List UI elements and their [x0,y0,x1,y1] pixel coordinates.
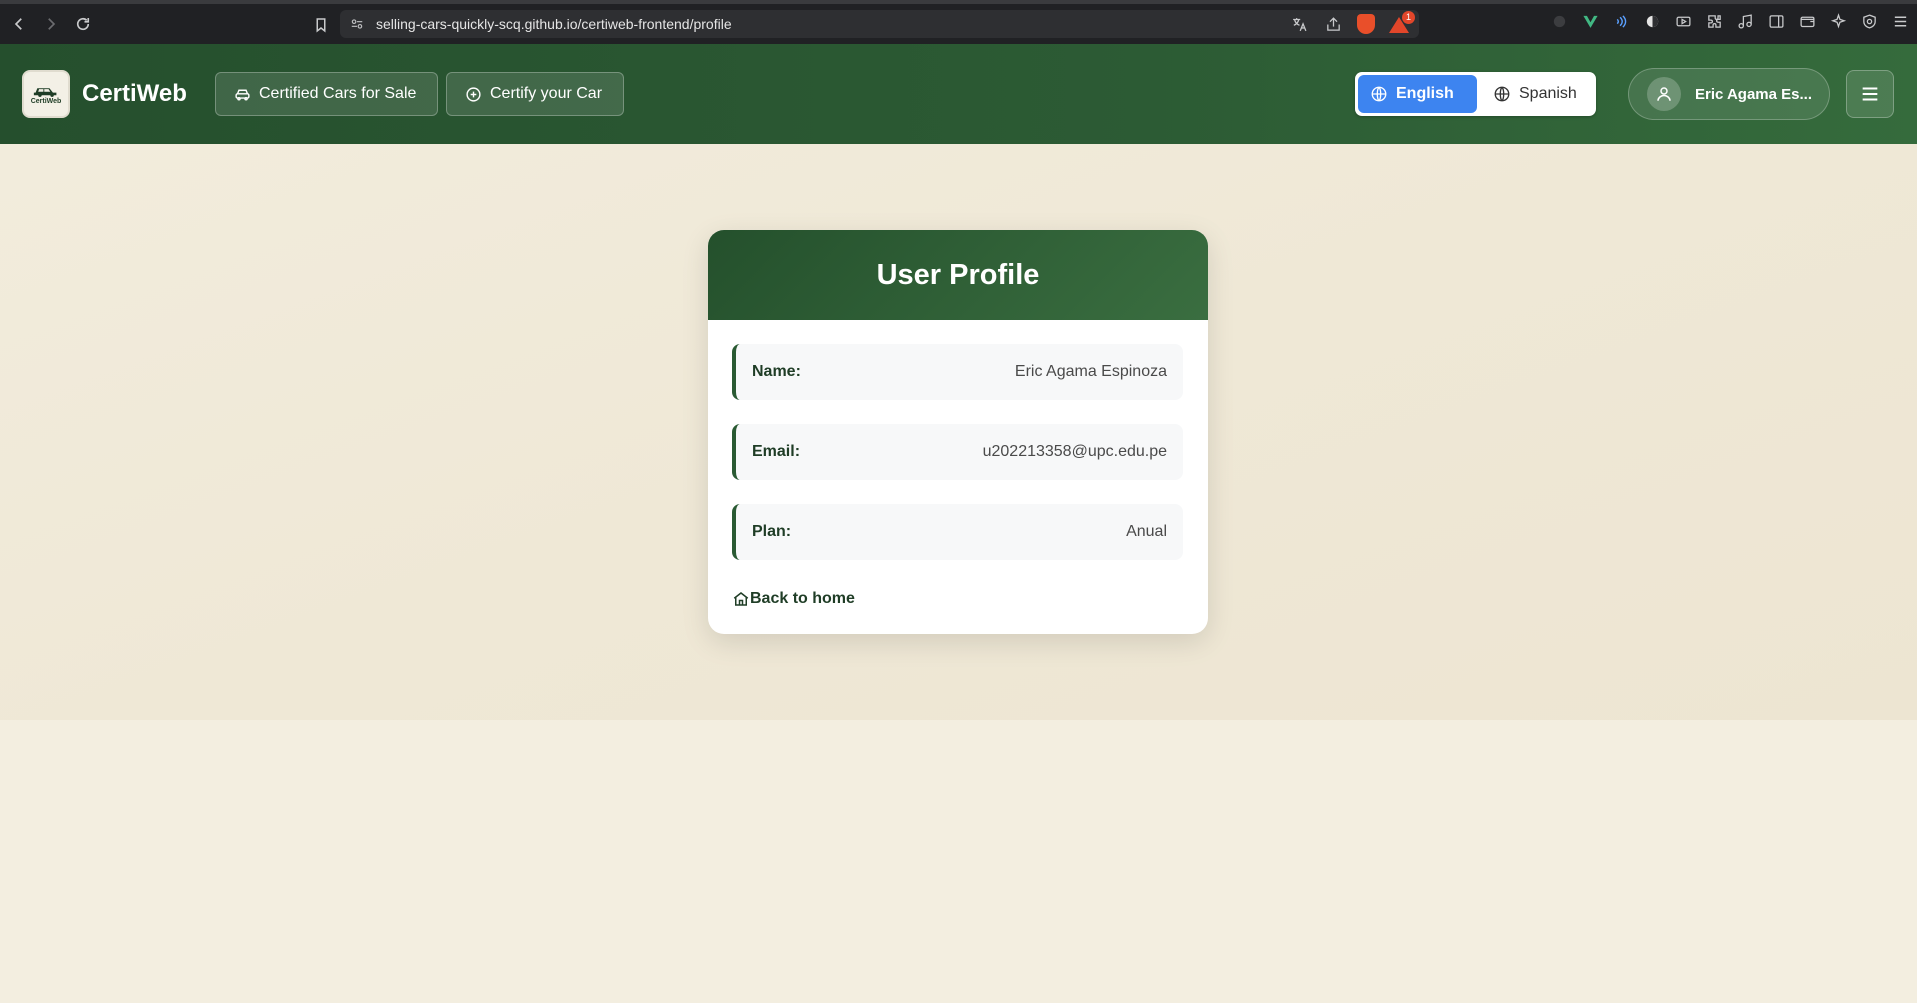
plan-value: Anual [1126,523,1167,540]
puzzle-extensions-icon[interactable] [1705,12,1723,30]
bookmark-icon[interactable] [308,12,334,38]
vpn-shield-icon[interactable] [1860,12,1878,30]
user-profile-card: User Profile Name: Eric Agama Espinoza E… [708,230,1208,634]
page-background [0,720,1917,1003]
contrast-icon[interactable] [1643,12,1661,30]
extension-dark-icon[interactable] [1550,12,1568,30]
email-label: Email: [752,443,801,460]
name-label: Name: [752,363,801,380]
hamburger-icon [1862,87,1878,101]
language-spanish-label: Spanish [1519,85,1577,102]
reload-icon[interactable] [70,11,96,37]
email-value: u202213358@upc.edu.pe [982,443,1167,460]
name-value: Eric Agama Espinoza [1014,363,1167,380]
translate-icon[interactable] [1289,14,1309,34]
profile-plan-row: Plan: Anual [732,504,1183,560]
vue-devtools-icon[interactable] [1581,12,1599,30]
audio-waves-icon[interactable] [1612,12,1630,30]
profile-title: User Profile [708,230,1208,320]
globe-icon [1371,86,1387,102]
brand-name[interactable]: CertiWeb [82,80,187,108]
language-english-label: English [1396,85,1454,102]
profile-email-row: Email: u202213358@upc.edu.pe [732,424,1183,480]
app-header: CertiWeb CertiWeb Certified Cars for Sal… [0,44,1917,144]
sparkle-ai-icon[interactable] [1829,12,1847,30]
nav-certify-car-button[interactable]: Certify your Car [446,72,624,116]
rewards-badge: 1 [1402,11,1415,24]
browser-toolbar: selling-cars-quickly-scq.github.io/certi… [0,0,1917,44]
car-icon [235,89,250,101]
profile-name-row: Name: Eric Agama Espinoza [732,344,1183,400]
user-icon [1657,87,1671,101]
avatar [1647,77,1681,111]
logo-text: CertiWeb [30,98,62,105]
user-menu-button[interactable]: Eric Agama Es... [1628,68,1830,120]
hamburger-menu-button[interactable] [1846,70,1894,118]
site-settings-icon[interactable] [350,17,364,31]
globe-icon [1494,86,1510,102]
nav-certified-cars-button[interactable]: Certified Cars for Sale [215,72,438,116]
car-logo-icon [33,88,57,97]
browser-menu-icon[interactable] [1891,12,1909,30]
wallet-icon[interactable] [1798,12,1816,30]
rewards-icon[interactable]: 1 [1389,11,1415,33]
back-to-home-link[interactable]: Back to home [732,590,855,608]
back-to-home-label: Back to home [750,590,855,607]
language-english-button[interactable]: English [1358,75,1477,113]
language-spanish-button[interactable]: Spanish [1481,75,1591,113]
nav-certified-cars-label: Certified Cars for Sale [259,85,417,102]
brave-shield-icon[interactable] [1357,14,1375,34]
music-icon[interactable] [1736,12,1754,30]
sidebar-toggle-icon[interactable] [1767,12,1785,30]
url-text: selling-cars-quickly-scq.github.io/certi… [376,16,732,32]
video-icon[interactable] [1674,12,1692,30]
nav-certify-car-label: Certify your Car [490,85,603,102]
address-bar[interactable]: selling-cars-quickly-scq.github.io/certi… [340,10,1419,38]
plan-label: Plan: [752,523,792,540]
forward-arrow-icon[interactable] [38,11,64,37]
language-switcher: English Spanish [1355,72,1596,116]
extensions-bar [1550,12,1909,30]
back-arrow-icon[interactable] [6,11,32,37]
home-icon [733,592,749,606]
user-name: Eric Agama Es... [1695,85,1812,103]
app-logo[interactable]: CertiWeb [22,70,70,118]
plus-circle-icon [466,86,481,102]
share-icon[interactable] [1323,14,1343,34]
